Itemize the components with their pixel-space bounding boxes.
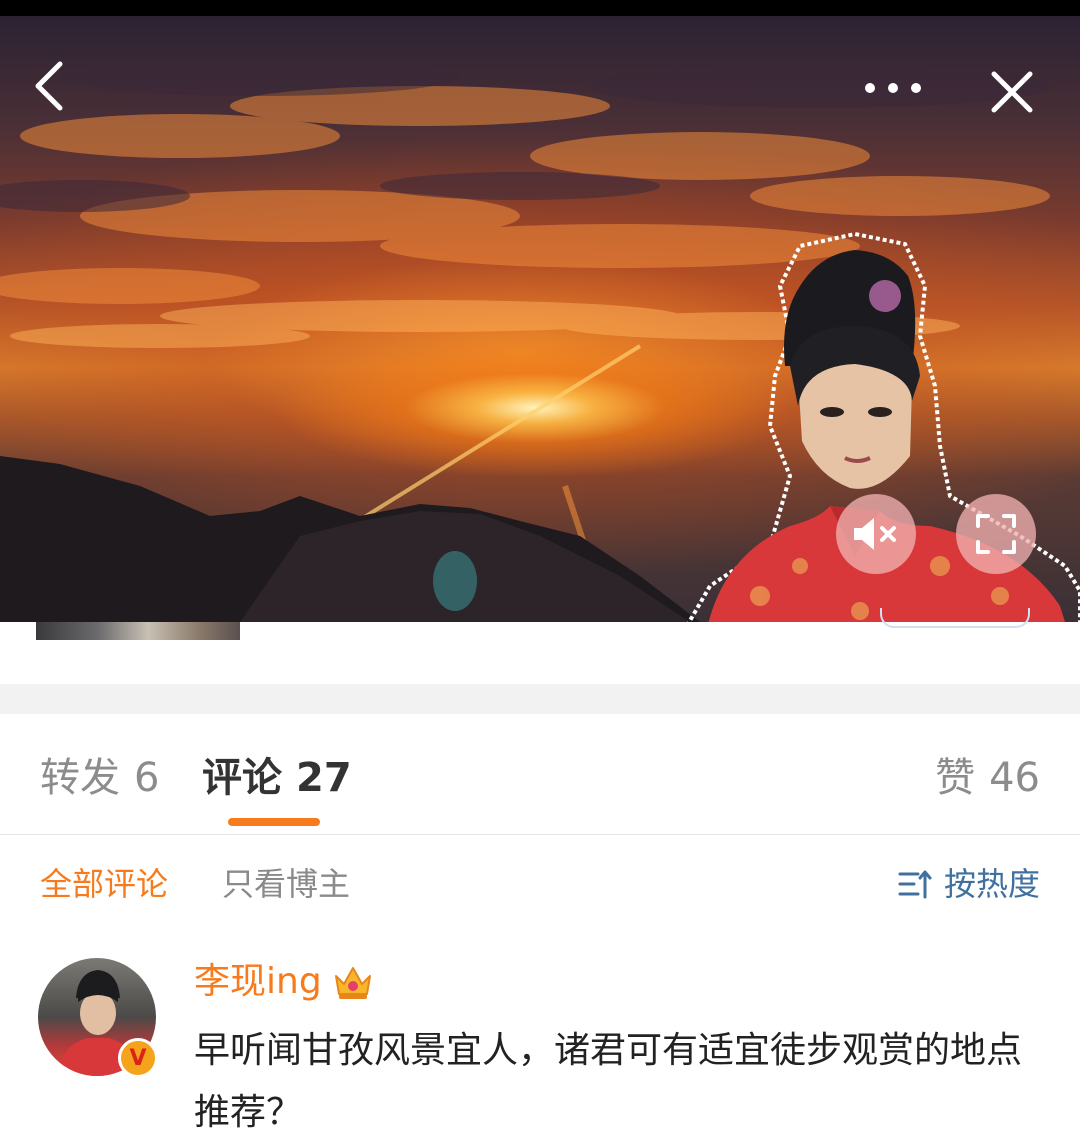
tab-repost-label: 转发 (40, 755, 120, 801)
more-horizontal-icon (865, 83, 921, 93)
filter-all-comments[interactable]: 全部评论 (40, 864, 168, 904)
sort-label: 按热度 (943, 865, 1040, 903)
active-tab-indicator (228, 818, 320, 826)
section-divider (0, 684, 1080, 714)
status-bar (0, 0, 1080, 16)
tab-repost-count: 6 (134, 755, 160, 801)
verified-badge: V (118, 1038, 158, 1078)
volume-muted-icon (854, 518, 896, 550)
tab-like-label: 赞 (935, 755, 976, 801)
crown-icon (334, 967, 371, 999)
comment-header: 李现ing (194, 960, 374, 1004)
partial-follow-button (880, 608, 1030, 628)
interaction-tabs: 转发 6 评论 27 赞 46 (0, 714, 1080, 834)
tab-comment-label: 评论 (202, 755, 282, 801)
close-button[interactable] (986, 66, 1038, 118)
video-player[interactable] (0, 16, 1080, 622)
tabs-divider (0, 834, 1080, 835)
chevron-left-icon (35, 61, 63, 111)
comment-username[interactable]: 李现ing (194, 960, 322, 1004)
fullscreen-icon (976, 514, 1016, 554)
tab-repost[interactable]: 转发 6 (40, 754, 159, 802)
more-button[interactable] (860, 68, 926, 108)
partial-image-strip (36, 622, 240, 640)
tab-comment[interactable]: 评论 27 (202, 754, 352, 802)
filter-owner-only[interactable]: 只看博主 (222, 864, 350, 904)
close-icon (991, 71, 1033, 113)
tab-comment-count: 27 (296, 755, 352, 801)
comment-filter-bar: 全部评论 只看博主 按热度 (0, 836, 1080, 932)
fullscreen-button[interactable] (956, 494, 1036, 574)
mute-button[interactable] (836, 494, 916, 574)
sort-icon (898, 870, 932, 899)
back-button[interactable] (28, 56, 72, 116)
sort-by-popularity[interactable]: 按热度 (898, 864, 1040, 904)
tab-like-count: 46 (989, 755, 1040, 801)
comment-text: 早听闻甘孜风景宜人，诸君可有适宜徒步观赏的地点推荐？ (194, 1030, 1023, 1133)
comment-item: V 李现ing 早听闻甘孜风景宜人，诸君可有适宜徒步观赏的地点推荐？ (0, 950, 1080, 1147)
tab-like[interactable]: 赞 46 (935, 754, 1040, 802)
